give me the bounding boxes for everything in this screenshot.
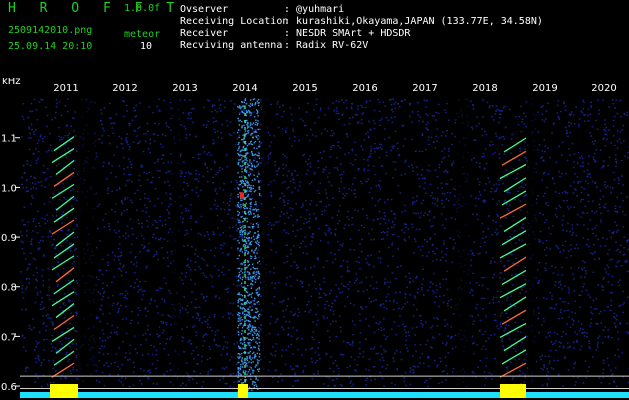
dark-gap-4 (528, 98, 536, 396)
dark-gap-2 (262, 98, 268, 396)
x-tick-label: 2011 (53, 83, 78, 94)
info-label-observer: Ovserver (180, 4, 229, 15)
x-tick-label: 2019 (532, 83, 557, 94)
x-tick-label: 2017 (412, 83, 437, 94)
mode-value: 10 (140, 41, 153, 52)
info-value-receiver: : NESDR SMArt + HDSDR (284, 28, 411, 39)
dark-gap-0 (78, 98, 96, 396)
baseline-strip (20, 392, 629, 398)
y-tick-label: 1.0 (1, 183, 17, 194)
y-tick-label: 0.7 (1, 332, 17, 343)
info-value-antenna: : Radix RV-62V (284, 40, 369, 51)
info-label-receiver: Receiver (180, 28, 229, 39)
info-label-antenna: Recviving antenna (180, 40, 283, 51)
baseline-peak-1 (238, 384, 248, 398)
info-label-location: Receiving Location (180, 16, 289, 27)
dark-gap-3 (456, 98, 470, 396)
x-tick-label: 2013 (172, 83, 197, 94)
y-tick-label: 0.9 (1, 233, 17, 244)
x-tick-label: 2020 (591, 83, 616, 94)
y-axis-label: kHz (2, 78, 21, 87)
y-tick-label: 0.6 (1, 382, 17, 393)
file-name: 2509142010.png (8, 25, 93, 36)
file-timestamp: 25.09.14 20:10 (8, 41, 93, 52)
y-tick-label: 1.1 (1, 134, 17, 145)
dark-gap-1 (172, 98, 180, 396)
y-tick-label: 0.8 (1, 283, 17, 294)
trace-2014-hot (240, 192, 244, 199)
baseline-peak-0 (50, 384, 78, 398)
x-tick-label: 2016 (352, 83, 377, 94)
baseline-peak-2 (500, 384, 526, 398)
info-value-observer: : @yuhmari (284, 4, 345, 15)
info-value-location: : kurashiki,Okayama,JAPAN (133.77E, 34.5… (284, 16, 543, 27)
x-tick-label: 2012 (112, 83, 137, 94)
app-version: 1.0.0f (124, 3, 161, 14)
mode-label: meteor (124, 29, 161, 40)
x-tick-label: 2014 (232, 83, 257, 94)
spectrogram-chart: 2011 2012 2013 2014 2015 2016 2017 2018 2019 2020… (0, 78, 629, 400)
x-tick-label: 2015 (292, 83, 317, 94)
x-tick-label: 2018 (472, 83, 497, 94)
